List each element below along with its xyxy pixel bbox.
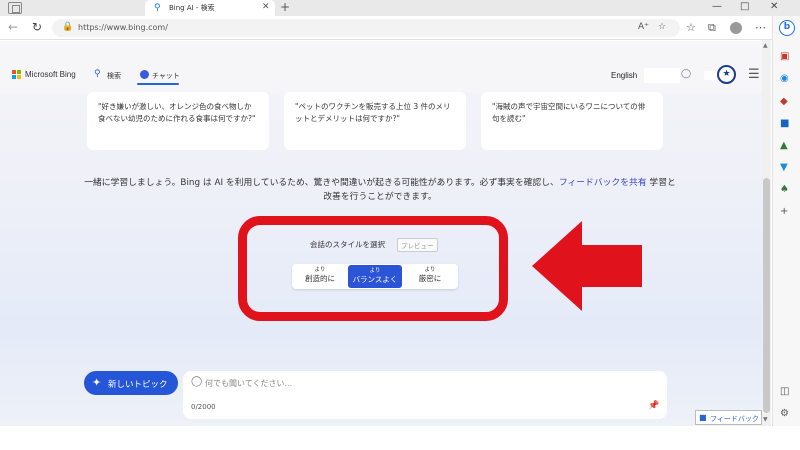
tab-title: Bing AI - 検索 bbox=[169, 4, 215, 12]
brand-name[interactable]: Microsoft Bing bbox=[25, 70, 76, 79]
settings-gear-icon[interactable]: ⚙ bbox=[780, 408, 789, 419]
account-field[interactable] bbox=[644, 68, 680, 83]
collections-icon[interactable]: ⧉ bbox=[708, 21, 716, 35]
annotation-highlight-box bbox=[238, 216, 508, 321]
office-icon[interactable]: ▲ bbox=[780, 140, 788, 151]
chat-input-box[interactable]: ◯ 何でも聞いてください... 0/2000 📌 bbox=[183, 371, 667, 419]
pin-icon[interactable]: 📌 bbox=[648, 401, 659, 411]
profile-avatar[interactable] bbox=[730, 22, 742, 34]
nav-search-link[interactable]: 検索 bbox=[107, 71, 121, 81]
drop-icon[interactable]: ▼ bbox=[780, 162, 788, 173]
tree-icon[interactable]: ♠ bbox=[780, 184, 789, 195]
user-icon[interactable]: ◯ bbox=[681, 69, 691, 79]
new-topic-button[interactable]: ✦ 新しいトピック bbox=[84, 371, 178, 395]
chat-bubble-icon: ◯ bbox=[191, 376, 203, 387]
scroll-up-icon[interactable]: ▲ bbox=[763, 42, 768, 49]
refresh-icon[interactable]: ↻ bbox=[32, 20, 42, 34]
url-field[interactable]: 🔒 https://www.bing.com/ A⁺ ☆ bbox=[52, 19, 680, 37]
address-bar: ← ↻ 🔒 https://www.bing.com/ A⁺ ☆ ☆ ⧉ ⋯ bbox=[0, 16, 800, 40]
toggle-box[interactable] bbox=[704, 71, 718, 80]
tab-actions-icon[interactable] bbox=[8, 2, 22, 14]
tab-bing-ai[interactable]: ⚲ Bing AI - 検索 ✕ bbox=[145, 0, 275, 16]
char-count: 0/2000 bbox=[191, 403, 216, 411]
url-text: https://www.bing.com/ bbox=[78, 23, 168, 32]
more-options-icon[interactable]: ⋯ bbox=[755, 21, 766, 34]
games-icon[interactable]: ◆ bbox=[780, 96, 788, 107]
new-topic-label: 新しいトピック bbox=[108, 380, 168, 390]
favorites-icon[interactable]: ☆ bbox=[686, 21, 696, 34]
broom-icon: ✦ bbox=[92, 376, 102, 389]
close-tab-icon[interactable]: ✕ bbox=[262, 2, 270, 12]
search-icon[interactable]: ⚲ bbox=[94, 69, 101, 79]
maximize-icon[interactable]: □ bbox=[740, 1, 749, 12]
feedback-button[interactable]: ■ フィードバック bbox=[695, 410, 762, 425]
rewards-icon[interactable]: ★ bbox=[717, 65, 736, 84]
bing-chat-icon[interactable]: b bbox=[779, 20, 795, 36]
scrollbar-thumb[interactable] bbox=[763, 178, 770, 413]
chat-icon[interactable] bbox=[140, 70, 149, 79]
close-window-icon[interactable]: ✕ bbox=[770, 1, 778, 12]
prompt-card-2[interactable]: "ペットのワクチンを販売する上位 3 件のメリットとデメリットは何ですか?" bbox=[284, 92, 466, 150]
favorite-add-icon[interactable]: ☆ bbox=[658, 22, 666, 32]
read-aloud-icon[interactable]: A⁺ bbox=[638, 22, 649, 32]
add-icon[interactable]: + bbox=[780, 206, 788, 217]
minimize-icon[interactable]: — bbox=[712, 1, 722, 12]
prompt-card-1[interactable]: "好き嫌いが激しい、オレンジ色の食べ物しか食べない幼児のために作れる食事は何です… bbox=[87, 92, 269, 150]
outlook-icon[interactable]: ■ bbox=[780, 118, 789, 129]
share-feedback-link[interactable]: フィードバックを共有 bbox=[559, 178, 647, 188]
feedback-icon: ■ bbox=[699, 413, 707, 422]
lock-icon[interactable]: 🔒 bbox=[62, 22, 73, 32]
back-icon[interactable]: ← bbox=[8, 20, 18, 34]
prompt-card-3[interactable]: "海賊の声で宇宙空間にいるワニについての俳句を読む" bbox=[481, 92, 663, 150]
disclaimer-before: 一緒に学習しましょう。Bing は AI を利用しているため、驚きや間違いが起き… bbox=[84, 178, 559, 188]
feedback-label: フィードバック bbox=[710, 415, 759, 423]
tab-bar: ⚲ Bing AI - 検索 ✕ + — □ ✕ bbox=[0, 0, 800, 16]
header-band bbox=[0, 41, 762, 93]
disclaimer-text: 一緒に学習しましょう。Bing は AI を利用しているため、驚きや間違いが起き… bbox=[80, 176, 680, 204]
microsoft-logo-icon[interactable] bbox=[12, 70, 21, 79]
bing-chat-page: Microsoft Bing ⚲ 検索 チャット English ◯ ★ ☰ "… bbox=[0, 41, 762, 426]
search-favicon-icon: ⚲ bbox=[154, 3, 161, 13]
hamburger-menu-icon[interactable]: ☰ bbox=[748, 67, 760, 82]
annotation-arrow-icon bbox=[532, 221, 642, 311]
language-link[interactable]: English bbox=[611, 71, 637, 80]
nav-chat-link[interactable]: チャット bbox=[152, 71, 180, 81]
tools-icon[interactable]: ◉ bbox=[780, 73, 789, 84]
chat-input-placeholder[interactable]: 何でも聞いてください... bbox=[205, 378, 292, 389]
active-tab-indicator bbox=[137, 83, 179, 85]
edge-sidebar: b ▣ ◉ ◆ ■ ▲ ▼ ♠ + ◫ ⚙ bbox=[772, 16, 800, 426]
new-tab-icon[interactable]: + bbox=[280, 0, 290, 14]
shopping-icon[interactable]: ▣ bbox=[780, 51, 789, 62]
scroll-down-icon[interactable]: ▼ bbox=[763, 416, 768, 423]
panel-icon[interactable]: ◫ bbox=[780, 386, 789, 397]
